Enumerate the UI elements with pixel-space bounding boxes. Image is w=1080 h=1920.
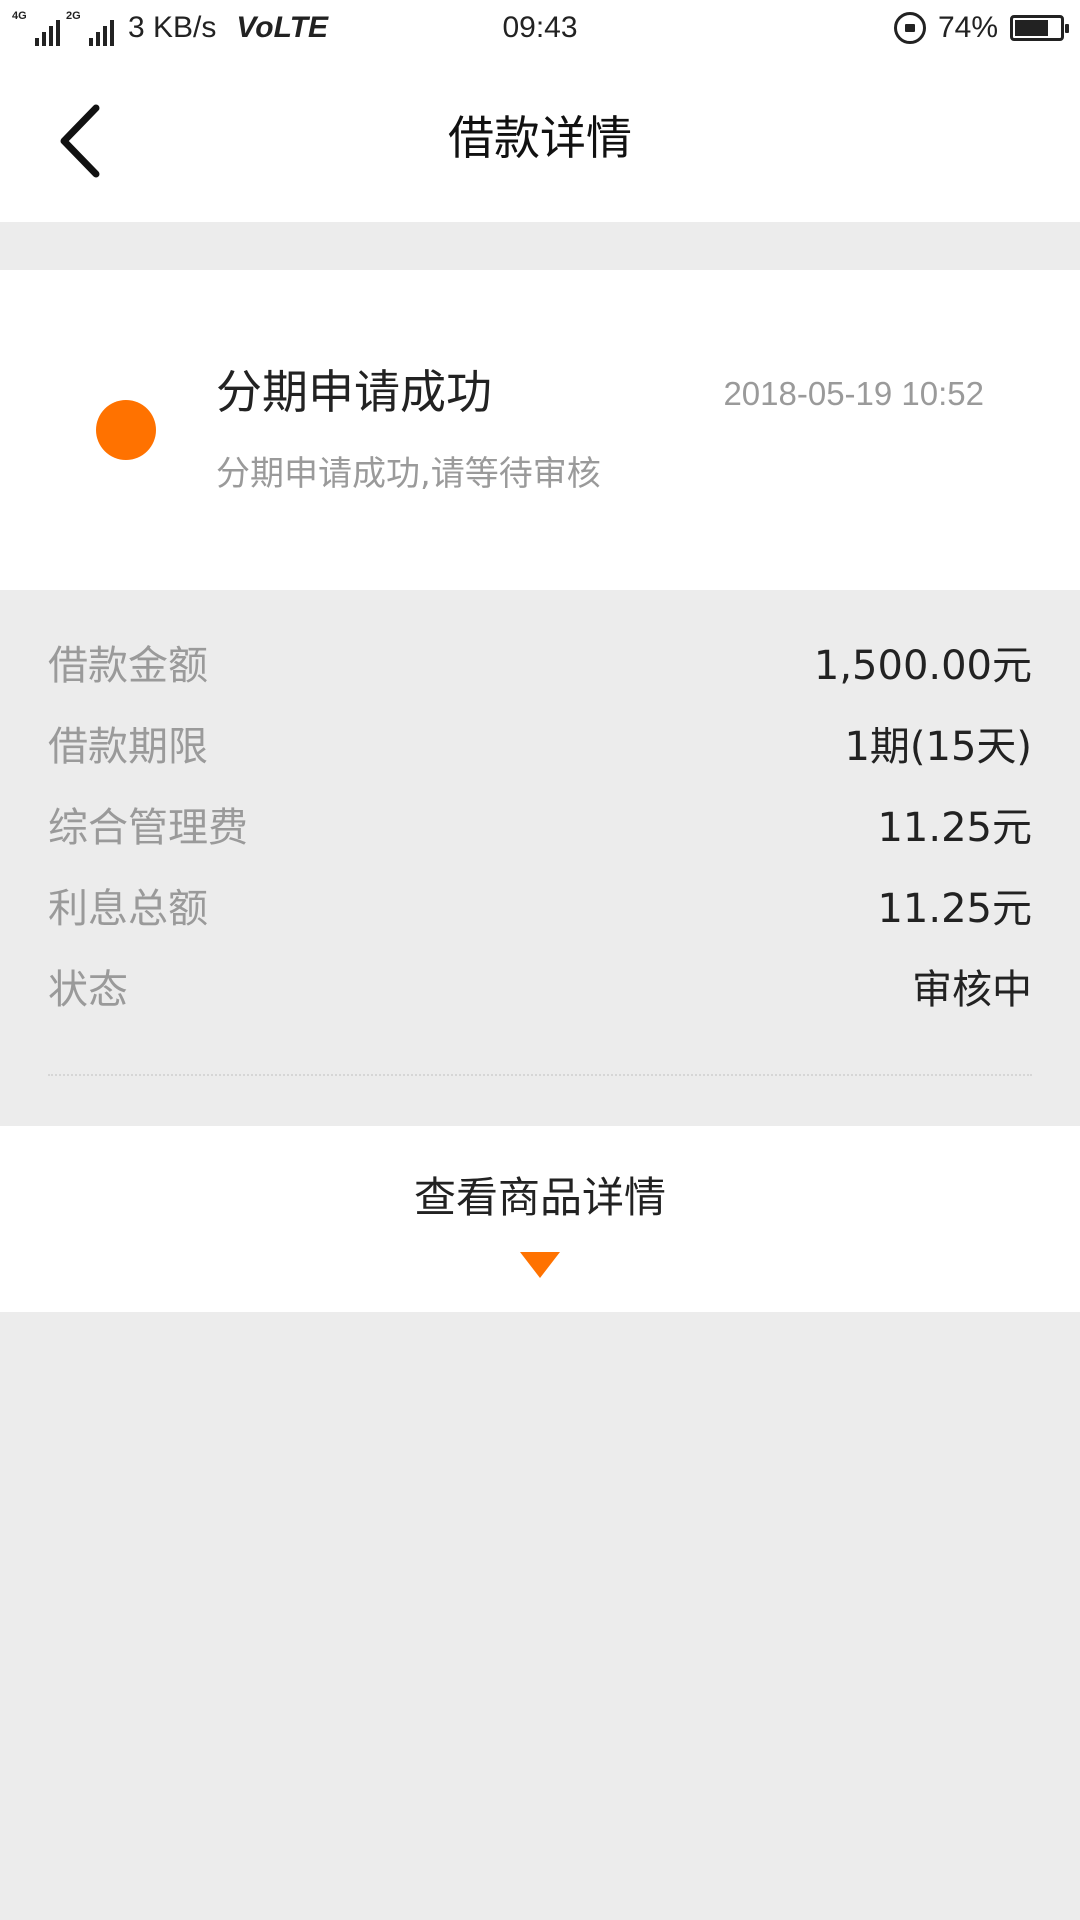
- detail-label: 利息总额: [48, 886, 208, 932]
- detail-row-loan-term: 借款期限 1期(15天): [48, 717, 1032, 777]
- application-status-card: 分期申请成功 2018-05-19 10:52 分期申请成功,请等待审核: [0, 270, 1080, 590]
- battery-icon: [1010, 15, 1069, 41]
- status-dot-icon: [96, 400, 156, 460]
- rotation-lock-icon: [893, 12, 926, 44]
- detail-row-status: 状态 审核中: [48, 960, 1032, 1020]
- detail-value: 11.25元: [877, 805, 1032, 851]
- detail-row-management-fee: 综合管理费 11.25元: [48, 798, 1032, 858]
- status-timestamp: 2018-05-19 10:52: [723, 375, 984, 412]
- detail-label: 状态: [48, 967, 128, 1013]
- battery-percent: 74%: [937, 11, 998, 44]
- status-bar-right: 74%: [893, 8, 1069, 48]
- detail-label: 借款金额: [48, 643, 208, 689]
- page-title: 借款详情: [448, 111, 632, 165]
- detail-value: 11.25元: [877, 886, 1032, 932]
- view-product-details-button[interactable]: 查看商品详情: [0, 1126, 1080, 1312]
- detail-value: 审核中: [912, 967, 1032, 1013]
- view-product-details-label: 查看商品详情: [413, 1173, 666, 1222]
- detail-value: 1,500.00元: [813, 643, 1032, 689]
- battery-level: [1015, 20, 1048, 36]
- detail-value: 1期(15天): [844, 724, 1032, 770]
- detail-row-loan-amount: 借款金额 1,500.00元: [48, 636, 1032, 696]
- app-header: 借款详情: [0, 56, 1080, 222]
- divider: [48, 1074, 1032, 1076]
- detail-label: 借款期限: [48, 724, 208, 770]
- status-description: 分期申请成功,请等待审核: [216, 454, 601, 494]
- status-title: 分期申请成功: [216, 365, 492, 419]
- detail-row-total-interest: 利息总额 11.25元: [48, 879, 1032, 939]
- triangle-down-icon: [520, 1252, 560, 1278]
- detail-label: 综合管理费: [48, 805, 248, 851]
- loan-details: 借款金额 1,500.00元 借款期限 1期(15天) 综合管理费 11.25元…: [0, 590, 1080, 1126]
- status-bar: 4G 2G 3 KB/s VoLTE 09:43 74%: [0, 0, 1080, 56]
